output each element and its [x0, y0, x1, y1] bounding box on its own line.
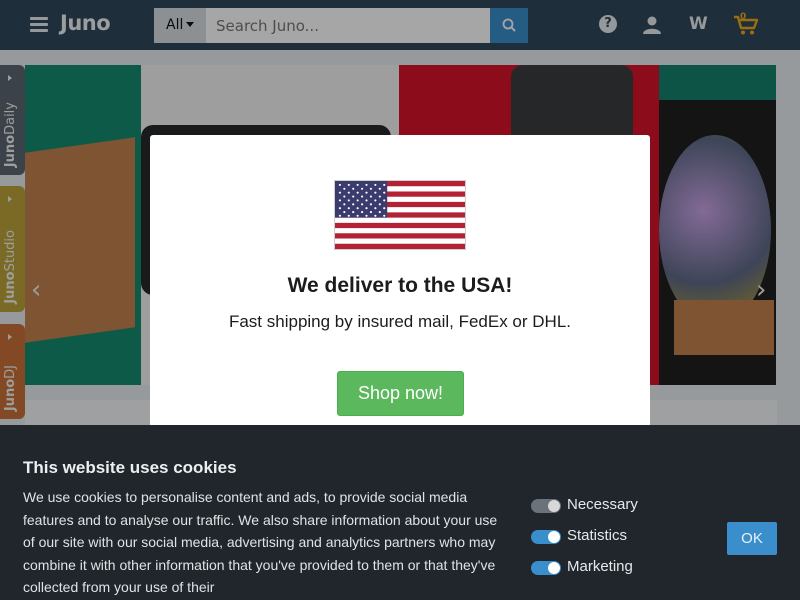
usa-flag-icon [334, 180, 466, 250]
toggle-switch[interactable] [531, 561, 561, 575]
cookie-banner-title: This website uses cookies [23, 458, 237, 477]
usa-delivery-modal: We deliver to the USA! Fast shipping by … [150, 135, 650, 457]
modal-title: We deliver to the USA! [287, 274, 513, 297]
cookie-banner: This website uses cookies We use cookies… [0, 425, 800, 600]
cookie-ok-button[interactable]: OK [727, 522, 777, 555]
toggle-switch[interactable] [531, 530, 561, 544]
shop-now-button[interactable]: Shop now! [337, 371, 464, 416]
toggle-switch[interactable] [531, 499, 561, 513]
toggle-label: Statistics [567, 527, 628, 544]
toggle-label: Necessary [567, 496, 638, 513]
cookie-banner-text: We use cookies to personalise content an… [23, 489, 498, 595]
toggle-label: Marketing [567, 558, 633, 575]
modal-subtitle: Fast shipping by insured mail, FedEx or … [228, 312, 572, 331]
